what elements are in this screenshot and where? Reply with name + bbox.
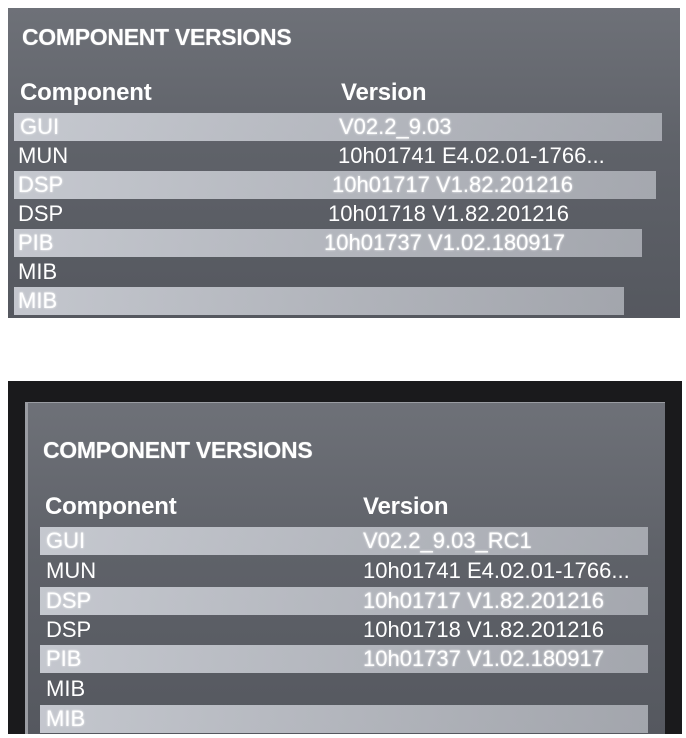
component-name: MIB [46, 676, 86, 701]
photo-bottom: COMPONENT VERSIONS Component Version GUI… [8, 381, 682, 734]
component-name: DSP [46, 588, 92, 613]
component-version: 10h01741 E4.02.01-1766... [338, 143, 605, 168]
component-version: 10h01737 V1.02.180917 [324, 230, 566, 255]
panel-title: COMPONENT VERSIONS [43, 437, 313, 463]
component-version: 10h01717 V1.82.201216 [363, 588, 605, 613]
column-header-version: Version [341, 79, 427, 106]
component-name: DSP [18, 201, 64, 226]
panel-title: COMPONENT VERSIONS [22, 24, 292, 50]
table-row[interactable]: PIB 10h01737 V1.02.180917 [40, 645, 648, 673]
component-version: V02.2_9.03 [339, 114, 452, 139]
component-name: PIB [18, 230, 54, 255]
component-versions-screen: COMPONENT VERSIONS Component Version GUI… [8, 8, 680, 318]
component-version: 10h01718 V1.82.201216 [363, 617, 605, 642]
table-row[interactable]: DSP 10h01718 V1.82.201216 [14, 200, 654, 228]
component-name: MIB [18, 259, 58, 284]
column-header-component: Component [20, 79, 152, 106]
component-name: MIB [46, 706, 86, 731]
component-name: GUI [46, 528, 86, 553]
component-name: DSP [18, 172, 64, 197]
table-row[interactable]: MIB [14, 287, 624, 315]
table-row[interactable]: MIB [40, 675, 648, 703]
component-version: V02.2_9.03_RC1 [363, 528, 532, 553]
table-row[interactable]: GUI V02.2_9.03 [14, 113, 662, 141]
component-name: DSP [46, 617, 92, 642]
table-row[interactable]: MIB [14, 258, 634, 286]
component-version: 10h01717 V1.82.201216 [332, 172, 574, 197]
table-row[interactable]: MUN 10h01741 E4.02.01-1766... [40, 557, 648, 585]
column-header-component: Component [45, 493, 177, 520]
table-row[interactable]: GUI V02.2_9.03_RC1 [40, 527, 648, 555]
component-name: MUN [18, 143, 69, 168]
table-row[interactable]: MIB [40, 705, 648, 733]
column-header-version: Version [363, 493, 449, 520]
table-row[interactable]: MUN 10h01741 E4.02.01-1766... [14, 142, 662, 170]
component-name: MUN [46, 558, 97, 583]
component-versions-screen: COMPONENT VERSIONS Component Version GUI… [25, 402, 665, 734]
component-name: MIB [18, 288, 58, 313]
table-row[interactable]: DSP 10h01717 V1.82.201216 [40, 587, 648, 615]
component-version: 10h01718 V1.82.201216 [328, 201, 570, 226]
table-row[interactable]: DSP 10h01718 V1.82.201216 [40, 616, 648, 644]
component-name: PIB [46, 646, 82, 671]
component-name: GUI [20, 114, 60, 139]
table-row[interactable]: PIB 10h01737 V1.02.180917 [14, 229, 642, 257]
table-row[interactable]: DSP 10h01717 V1.82.201216 [14, 171, 656, 199]
component-version: 10h01737 V1.02.180917 [363, 646, 605, 671]
photo-top: COMPONENT VERSIONS Component Version GUI… [8, 8, 680, 318]
component-version: 10h01741 E4.02.01-1766... [363, 558, 630, 583]
